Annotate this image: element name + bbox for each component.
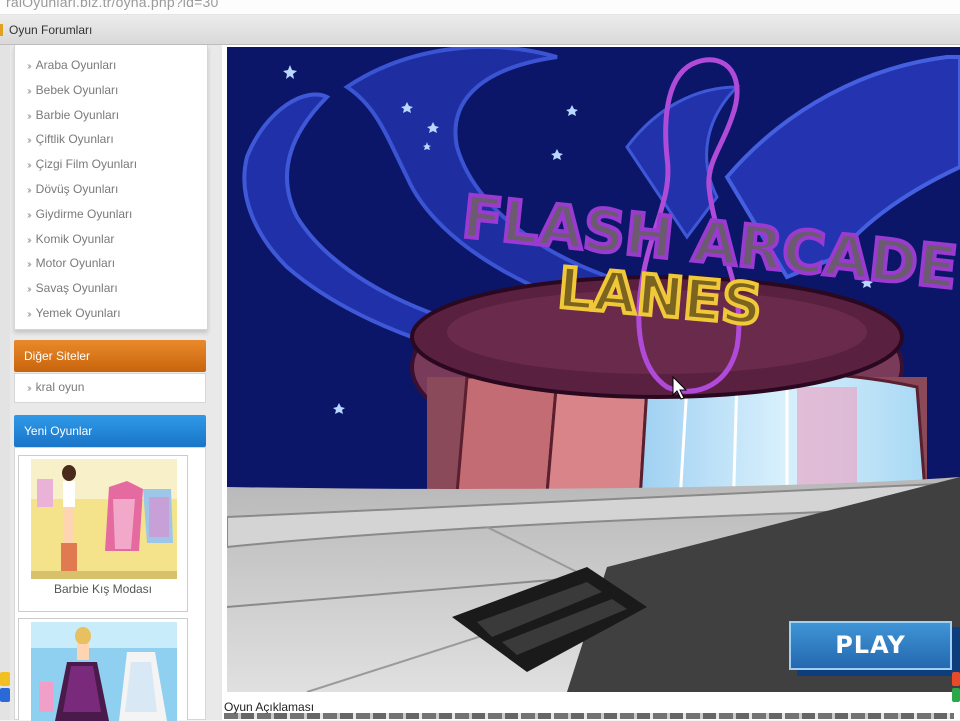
description-heading: Oyun Açıklaması bbox=[224, 700, 315, 714]
bullet-arrow-icon: ›› bbox=[27, 160, 31, 172]
sidebar-category-item[interactable]: ›› Çizgi Film Oyunları bbox=[15, 152, 207, 177]
other-sites-header: Diğer Siteler bbox=[14, 340, 206, 372]
top-navigation: Oyun Forumları bbox=[0, 15, 960, 45]
sidebar-category-item[interactable]: ›› Bebek Oyunları bbox=[15, 78, 207, 103]
bullet-arrow-icon: ›› bbox=[27, 184, 31, 196]
play-button-label[interactable]: PLAY bbox=[789, 621, 952, 670]
category-link[interactable]: Komik Oyunlar bbox=[36, 232, 115, 246]
sidebar-category-item[interactable]: ›› Giydirme Oyunları bbox=[15, 202, 207, 227]
new-game-title[interactable]: Barbie Kış Modası bbox=[19, 582, 187, 596]
bullet-arrow-icon: ›› bbox=[27, 308, 31, 320]
nav-link-forum[interactable]: Oyun Forumları bbox=[9, 23, 92, 37]
bullet-arrow-icon: ›› bbox=[27, 259, 31, 271]
description-text-cropped bbox=[224, 713, 954, 719]
new-game-card[interactable]: Barbie Kış Modası bbox=[18, 455, 188, 612]
category-link[interactable]: Barbie Oyunları bbox=[36, 108, 119, 122]
sidebar-category-item[interactable]: ›› Dövüş Oyunları bbox=[15, 177, 207, 202]
play-button[interactable]: PLAY bbox=[789, 621, 960, 676]
sidebar-category-item[interactable]: ›› Savaş Oyunları bbox=[15, 276, 207, 301]
category-link[interactable]: Araba Oyunları bbox=[36, 58, 117, 72]
sidebar-category-item[interactable]: ›› Komik Oyunlar bbox=[15, 227, 207, 252]
game-thumbnail[interactable] bbox=[31, 622, 177, 721]
bullet-arrow-icon: ›› bbox=[27, 61, 31, 72]
game-thumbnail[interactable] bbox=[31, 459, 177, 579]
category-link[interactable]: Bebek Oyunları bbox=[36, 83, 119, 97]
category-link[interactable]: Çizgi Film Oyunları bbox=[36, 157, 137, 171]
category-link[interactable]: Motor Oyunları bbox=[36, 256, 115, 270]
sidebar-category-item[interactable]: ›› Çiftlik Oyunları bbox=[15, 127, 207, 152]
nav-bullet-icon bbox=[0, 24, 3, 36]
other-site-link[interactable]: kral oyun bbox=[36, 380, 85, 394]
category-link[interactable]: Çiftlik Oyunları bbox=[36, 132, 114, 146]
flash-game-canvas[interactable]: FLASH ARCADE LANES bbox=[227, 47, 960, 692]
new-games-header: Yeni Oyunlar bbox=[14, 415, 206, 447]
category-link[interactable]: Savaş Oyunları bbox=[36, 281, 118, 295]
bullet-arrow-icon: ›› bbox=[27, 110, 31, 122]
category-link[interactable]: Yemek Oyunları bbox=[36, 306, 121, 320]
bullet-arrow-icon: ›› bbox=[27, 209, 31, 221]
bullet-arrow-icon: ›› bbox=[27, 85, 31, 97]
category-link[interactable]: Dövüş Oyunları bbox=[36, 182, 119, 196]
category-link[interactable]: Giydirme Oyunları bbox=[36, 207, 133, 221]
sidebar-gutter bbox=[0, 45, 10, 720]
bullet-arrow-icon: ›› bbox=[27, 234, 31, 246]
new-game-card[interactable] bbox=[18, 618, 188, 721]
bullet-arrow-icon: ›› bbox=[27, 383, 31, 394]
sidebar-category-item[interactable]: ›› Motor Oyunları bbox=[15, 251, 207, 276]
sidebar-category-item[interactable]: ›› Barbie Oyunları bbox=[15, 103, 207, 128]
right-edge-widget-icon[interactable] bbox=[952, 672, 960, 686]
bullet-arrow-icon: ›› bbox=[27, 284, 31, 296]
other-sites-list: ›› kral oyun bbox=[14, 373, 206, 403]
game-description: Oyun Açıklaması bbox=[222, 698, 960, 720]
category-list: ›› Araba Oyunları ›› Bebek Oyunları ›› Barbie… bbox=[14, 45, 208, 330]
bullet-arrow-icon: ›› bbox=[27, 135, 31, 147]
address-bar[interactable]: ralOyunlari.biz.tr/oyna.php?id=30 bbox=[0, 0, 960, 15]
sidebar-category-item[interactable]: ›› Yemek Oyunları bbox=[15, 301, 207, 326]
right-edge-widget-icon[interactable] bbox=[952, 688, 960, 702]
address-url: ralOyunlari.biz.tr/oyna.php?id=30 bbox=[6, 0, 219, 10]
left-edge-widget-icon[interactable] bbox=[0, 672, 10, 686]
sidebar-category-item[interactable]: ›› Araba Oyunları bbox=[15, 53, 207, 78]
left-edge-widget-icon[interactable] bbox=[0, 688, 10, 702]
